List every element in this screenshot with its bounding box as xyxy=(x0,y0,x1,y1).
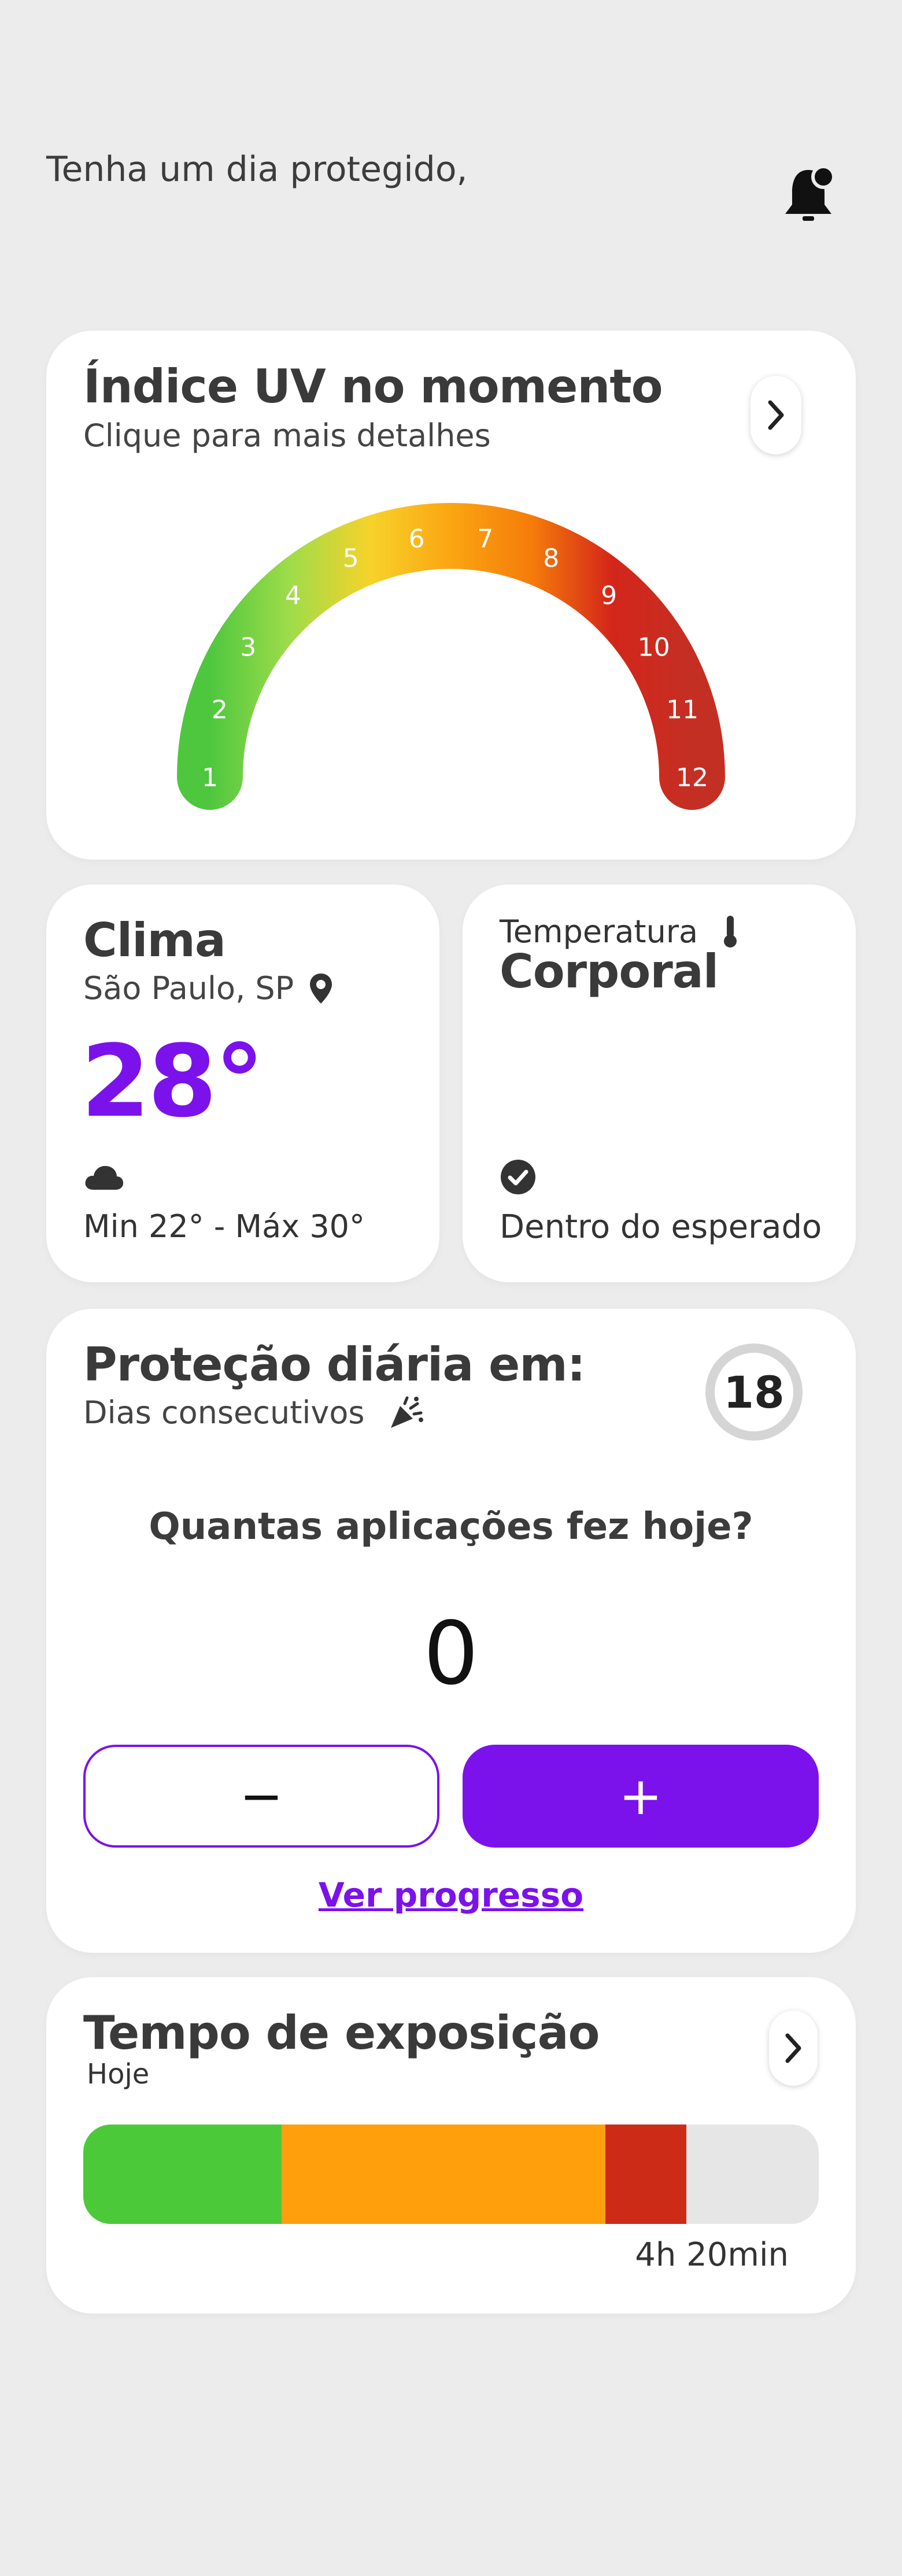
body-temperature-card[interactable]: Temperatura Corporal Dentro do esperado xyxy=(463,884,856,1282)
exposure-time-card[interactable]: Tempo de exposição Hoje 4h 20min xyxy=(46,1977,856,2314)
temperature-minmax: Min 22° - Máx 30° xyxy=(83,1208,365,1245)
view-progress-link[interactable]: Ver progresso xyxy=(46,1875,856,1915)
uv-gauge: 123456 789101112 xyxy=(177,503,725,810)
protection-subtitle: Dias consecutivos xyxy=(83,1394,365,1431)
exposure-details-button[interactable] xyxy=(769,2011,818,2086)
uv-scale-label: 11 xyxy=(666,695,698,725)
uv-scale-label: 8 xyxy=(543,544,559,573)
exposure-segment xyxy=(282,2125,606,2224)
uv-scale-label: 4 xyxy=(285,581,301,610)
chevron-right-icon xyxy=(785,2033,801,2063)
uv-details-button[interactable] xyxy=(751,376,801,454)
uv-scale-label: 6 xyxy=(409,524,425,554)
notification-bell-icon[interactable] xyxy=(779,164,837,228)
daily-protection-card: Proteção diária em: Dias consecutivos 18… xyxy=(46,1309,856,1953)
uv-card-subtitle: Clique para mais detalhes xyxy=(83,417,491,454)
uv-scale-label: 9 xyxy=(601,581,617,610)
uv-scale-label: 2 xyxy=(212,695,228,725)
exposure-time-value: 4h 20min xyxy=(635,2236,789,2274)
uv-card-title: Índice UV no momento xyxy=(83,360,663,413)
uv-scale-label: 5 xyxy=(343,544,359,573)
streak-counter: 18 xyxy=(705,1343,803,1441)
weather-location: São Paulo, SP xyxy=(83,970,294,1006)
uv-scale-label: 7 xyxy=(477,524,493,554)
weather-card[interactable]: Clima São Paulo, SP 28° Min 22° - Máx 30… xyxy=(46,884,439,1282)
current-temperature: 28° xyxy=(81,1023,264,1139)
party-popper-icon xyxy=(391,1396,423,1428)
increment-button[interactable]: + xyxy=(463,1745,819,1848)
body-temp-status: Dentro do esperado xyxy=(500,1208,822,1246)
decrement-button[interactable]: − xyxy=(83,1745,439,1848)
exposure-subtitle: Hoje xyxy=(87,2058,150,2090)
chevron-right-icon xyxy=(768,400,784,430)
applications-question: Quantas aplicações fez hoje? xyxy=(149,1505,753,1548)
uv-scale-label: 10 xyxy=(638,633,670,662)
uv-scale-label: 3 xyxy=(240,633,256,662)
greeting-text: Tenha um dia protegido, xyxy=(46,149,468,190)
check-circle-icon xyxy=(501,1160,535,1194)
body-temp-title: Corporal xyxy=(500,945,719,998)
weather-title: Clima xyxy=(83,913,226,967)
uv-scale-label: 1 xyxy=(202,763,218,793)
cloud-icon xyxy=(85,1165,124,1190)
exposure-segment xyxy=(83,2125,282,2224)
applications-count: 0 xyxy=(423,1604,479,1704)
exposure-bar xyxy=(83,2125,819,2224)
exposure-segment xyxy=(605,2125,687,2224)
uv-scale-label: 12 xyxy=(676,763,708,793)
thermometer-icon xyxy=(724,916,737,948)
protection-title: Proteção diária em: xyxy=(83,1338,586,1391)
exposure-title: Tempo de exposição xyxy=(83,2006,600,2060)
uv-index-card[interactable]: Índice UV no momento Clique para mais de… xyxy=(46,331,856,860)
map-pin-icon xyxy=(310,974,332,1004)
